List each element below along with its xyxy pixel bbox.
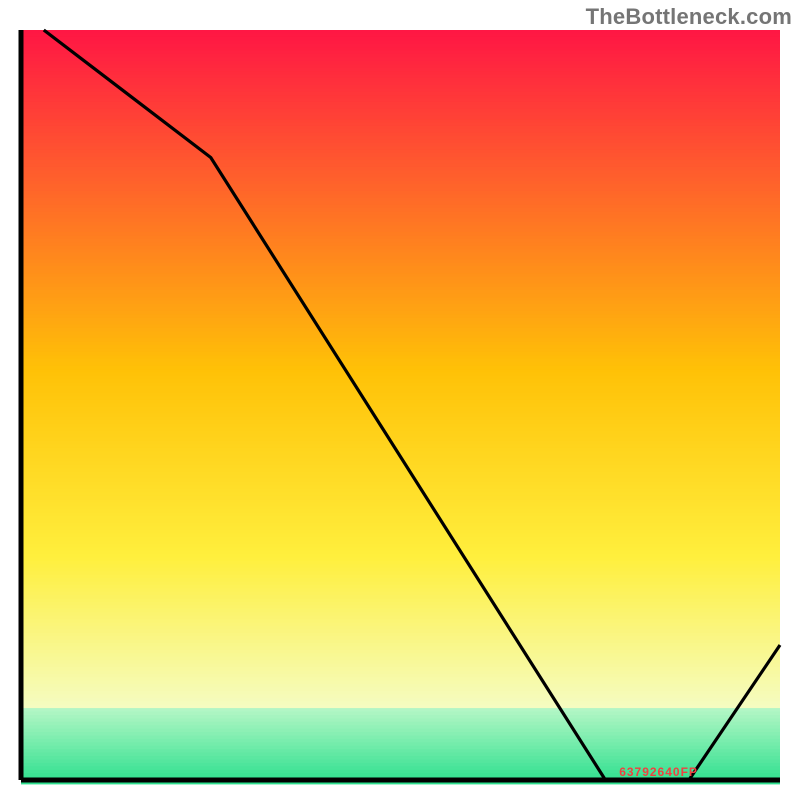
annotation-layer: 63792640FP <box>619 765 698 779</box>
chart-svg: 63792640FP <box>0 0 800 800</box>
chart-annotation: 63792640FP <box>619 765 698 779</box>
chart-container: TheBottleneck.com 63792640FP <box>0 0 800 800</box>
plot-area <box>21 30 780 784</box>
